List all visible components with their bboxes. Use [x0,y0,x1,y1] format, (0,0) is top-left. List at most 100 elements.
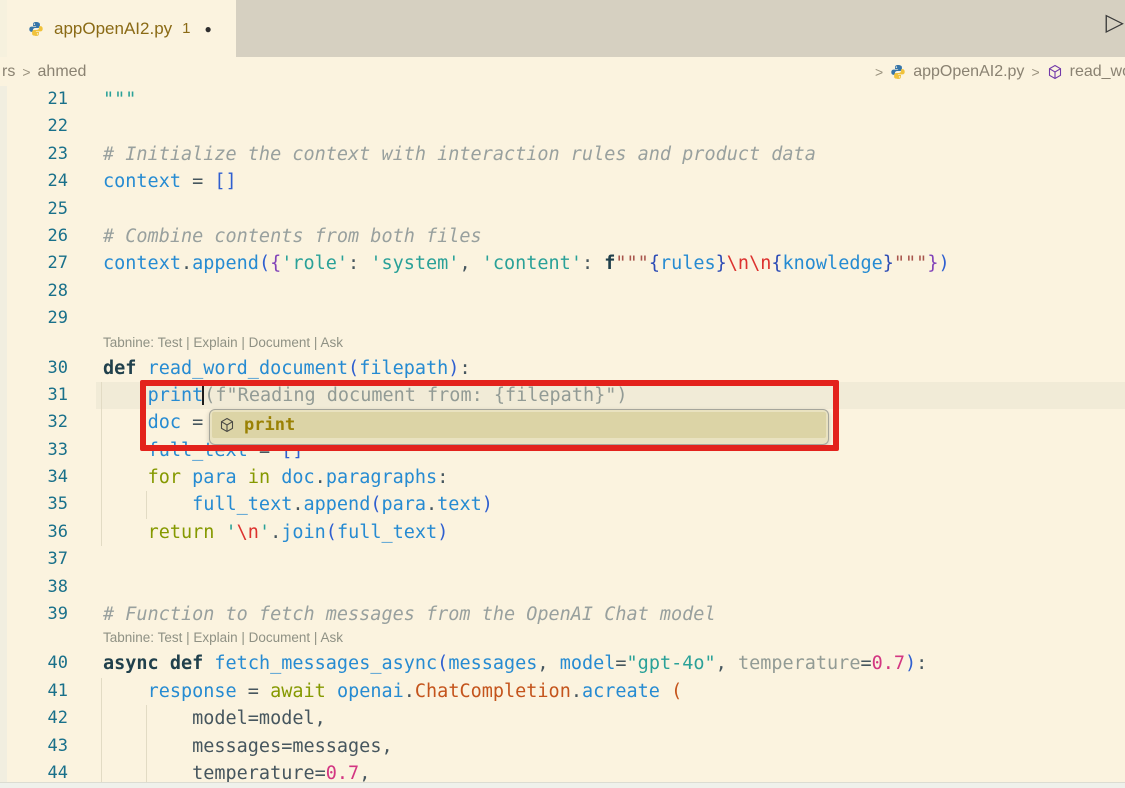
token-pun: model=model, [192,708,326,729]
token-pun [270,467,281,488]
code-line: 43 messages=messages, [0,733,1125,760]
token-id: messages [448,653,537,674]
token-pun: . [571,681,582,702]
line-number: 42 [0,705,96,732]
token-esc: \n\n [727,253,772,274]
code-line-content[interactable]: return '\n'.join(full_text) [96,519,1125,546]
codelens-link-test[interactable]: Test [158,335,183,350]
line-number: 25 [0,196,96,223]
token-brk: ) [448,358,459,379]
code-line-content[interactable]: # Initialize the context with interactio… [96,141,1125,168]
code-line-content[interactable]: # Combine contents from both files [96,223,1125,250]
token-com: # Initialize the context with interactio… [103,144,816,165]
token-pun: temperature= [192,763,326,784]
line-number: 31 [0,382,96,409]
code-line-content[interactable] [96,546,1125,573]
token-cls: ( [671,681,682,702]
dirty-indicator-icon[interactable]: ● [205,22,212,36]
symbol-cube-icon [1047,64,1063,80]
code-line-content[interactable] [96,113,1125,140]
code-line-content[interactable]: async def fetch_messages_async(messages,… [96,650,1125,677]
token-str: ' [226,522,237,543]
code-line-content[interactable] [96,305,1125,332]
token-brk: ) [905,653,916,674]
token-pun: , [359,763,370,784]
indent-guide [101,733,102,760]
code-line: 23 # Initialize the context with interact… [0,141,1125,168]
token-pun [214,522,225,543]
code-line-content[interactable]: def read_word_document(filepath): [96,355,1125,382]
token-defkw: f [604,253,615,274]
token-str: 'content' [482,253,582,274]
codelens-separator: | [238,630,249,645]
line-number: 23 [0,141,96,168]
indent-guide [101,464,102,491]
line-number: 37 [0,546,96,573]
code-line-content[interactable] [96,574,1125,601]
code-line-content[interactable]: model=model, [96,705,1125,732]
token-pun [159,653,170,674]
codelens-separator: | [182,335,193,350]
token-esc: \n [237,522,259,543]
code-line-content[interactable]: full_text.append(para.text) [96,491,1125,518]
codelens-link-explain[interactable]: Explain [193,630,237,645]
code-line-content[interactable]: response = await openai.ChatCompletion.a… [96,678,1125,705]
line-number: 32 [0,409,96,436]
token-str: 'system' [370,253,459,274]
code-line: 29 [0,305,1125,332]
code-line-content[interactable]: for para in doc.paragraphs: [96,464,1125,491]
token-ind [103,763,192,784]
indent-guide [101,409,102,436]
chevron-right-icon: > [1031,64,1039,80]
code-line: 21""" [0,86,1125,113]
line-number: 28 [0,278,96,305]
token-id: para [381,494,426,515]
token-kw: return [148,522,215,543]
code-line-content[interactable]: context.append({'role': 'system', 'conte… [96,250,1125,277]
breadcrumb: rs > ahmed > appOpenAI2.py > read_wo [0,57,1125,86]
codelens-link-document[interactable]: Document [249,335,311,350]
token-pun [203,653,214,674]
tab-label: appOpenAI2.py [54,19,172,39]
token-pun: , [459,253,481,274]
code-line-content[interactable]: # Function to fetch messages from the Op… [96,601,1125,628]
code-line-content[interactable] [96,196,1125,223]
code-line-content[interactable]: context = [] [96,168,1125,195]
tab-appopenai2[interactable]: appOpenAI2.py 1 ● [7,0,236,57]
token-str: "gpt-4o" [627,653,716,674]
token-pun: = [860,653,871,674]
token-ind [103,494,192,515]
token-str: 'role' [281,253,348,274]
codelens-link-document[interactable]: Document [249,630,311,645]
token-cls: ChatCompletion [415,681,571,702]
token-defkw: def [170,653,203,674]
indent-guide [101,678,102,705]
token-pun: = [615,653,626,674]
token-num: 0.7 [872,653,905,674]
token-id: openai [337,681,404,702]
code-line-content[interactable]: """ [96,86,1125,113]
codelens-link-test[interactable]: Test [158,630,183,645]
code-line: 25 [0,196,1125,223]
codelens-link-explain[interactable]: Explain [193,335,237,350]
run-icon[interactable]: ▷ [1106,11,1124,35]
breadcrumb-item-file[interactable]: appOpenAI2.py [913,63,1024,81]
token-pun: . [270,522,281,543]
code-line-content[interactable]: messages=messages, [96,733,1125,760]
breadcrumb-item-symbol[interactable]: read_wo [1070,63,1125,81]
line-number [0,333,96,355]
code-line: 37 [0,546,1125,573]
breadcrumb-right: > appOpenAI2.py > read_wo [875,63,1125,81]
code-line-content[interactable] [96,278,1125,305]
breadcrumb-item-folder[interactable]: ahmed [38,63,87,81]
token-id: paragraphs [326,467,437,488]
codelens-link-ask[interactable]: Ask [320,630,343,645]
token-pun [660,681,671,702]
indent-guide [146,733,147,760]
token-id: append [304,494,371,515]
codelens-link-ask[interactable]: Ask [320,335,343,350]
token-brk: ( [259,253,270,274]
python-icon [890,64,906,80]
breadcrumb-item-parent[interactable]: rs [2,63,15,81]
token-pun [326,681,337,702]
